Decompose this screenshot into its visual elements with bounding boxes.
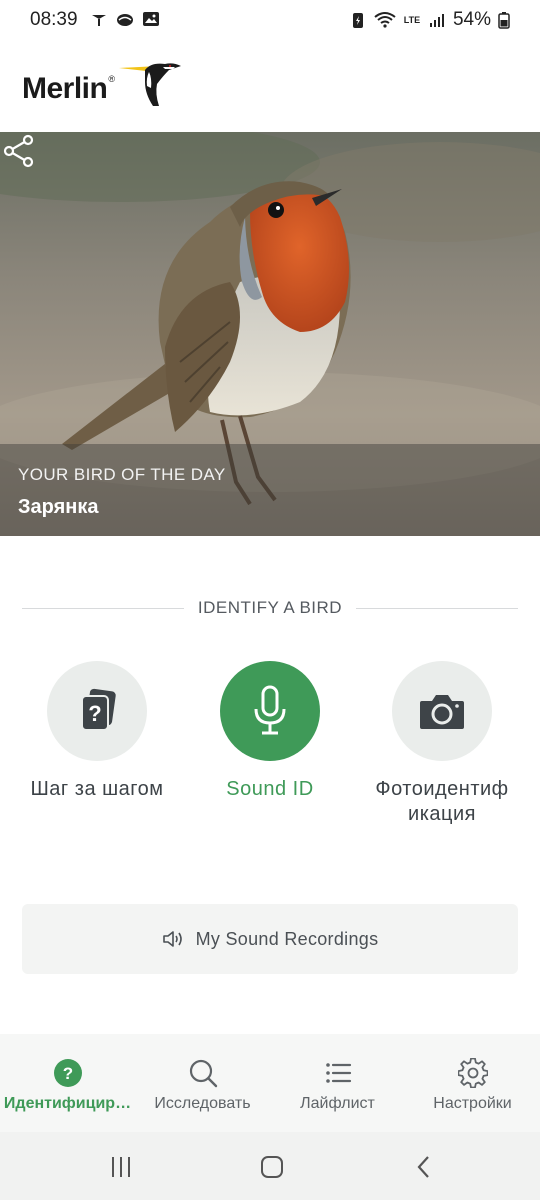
bird-of-day-card[interactable]: YOUR BIRD OF THE DAY Зарянка: [0, 132, 540, 536]
sound-id-option[interactable]: Sound ID: [180, 661, 360, 802]
wifi-icon: [374, 12, 396, 28]
photo-id-label: Фотоидентиф икация: [352, 777, 532, 827]
svg-text:?: ?: [88, 701, 101, 726]
recent-apps-icon[interactable]: [108, 1154, 134, 1180]
sound-id-label: Sound ID: [226, 778, 314, 800]
svg-text:?: ?: [62, 1064, 72, 1083]
status-bar: 08:39 LTE 54%: [0, 0, 540, 40]
woodpecker-logo-icon: [119, 63, 181, 106]
step-by-step-label: Шаг за шагом: [30, 778, 164, 800]
step-by-step-option[interactable]: ? Шаг за шагом: [7, 661, 187, 802]
list-icon: [325, 1063, 351, 1083]
bird-of-day-eyebrow: YOUR BIRD OF THE DAY: [18, 465, 226, 484]
notification-icon: [92, 15, 106, 26]
nav-settings[interactable]: Настройки: [405, 1034, 540, 1132]
nav-explore[interactable]: Исследовать: [135, 1034, 270, 1132]
microphone-icon: [254, 685, 286, 735]
nav-lifelist[interactable]: Лайфлист: [270, 1034, 405, 1132]
cloud-icon: [117, 14, 133, 26]
battery-percent: 54%: [452, 9, 491, 30]
photo-id-label-line1: Фотоидентиф: [375, 778, 509, 800]
nav-explore-label: Исследовать: [154, 1095, 251, 1112]
nav-identify-label: Идентифицир…: [3, 1095, 132, 1112]
status-time: 08:39: [30, 9, 78, 30]
my-sound-recordings-button[interactable]: My Sound Recordings: [22, 904, 518, 974]
photo-id-button[interactable]: [392, 661, 492, 761]
identify-section-header: IDENTIFY A BIRD: [22, 598, 518, 620]
signal-icon: [429, 14, 444, 27]
nav-lifelist-label: Лайфлист: [300, 1095, 375, 1112]
gear-icon: [457, 1058, 488, 1088]
share-icon[interactable]: [0, 132, 38, 170]
lte-indicator: LTE: [403, 14, 421, 25]
battery-icon: [498, 12, 510, 29]
bottom-navigation: ? Идентифицир… Исследовать Лайфлист Наст…: [0, 1034, 540, 1132]
step-by-step-button[interactable]: ?: [47, 661, 147, 761]
question-cards-icon: ?: [81, 688, 116, 731]
my-sound-recordings-label: My Sound Recordings: [195, 928, 379, 949]
hero-caption-overlay: [0, 444, 540, 536]
photo-id-label-line2: икация: [408, 803, 476, 825]
search-icon: [189, 1059, 217, 1088]
logo-registered-mark: ®: [108, 74, 115, 84]
speaker-icon: [162, 931, 182, 947]
sound-id-button[interactable]: [220, 661, 320, 761]
logo-text: Merlin: [22, 72, 108, 105]
divider-line-right: [356, 608, 518, 609]
app-header: Merlin ®: [0, 40, 540, 132]
system-icons: LTE 54%: [349, 9, 510, 31]
battery-saver-icon: [352, 13, 363, 28]
camera-icon: [420, 695, 464, 729]
notification-icons: [90, 10, 160, 28]
image-icon: [143, 12, 159, 26]
merlin-logo: Merlin ®: [22, 58, 187, 110]
question-circle-icon: ?: [53, 1059, 82, 1087]
nav-identify[interactable]: ? Идентифицир…: [0, 1034, 135, 1132]
system-navigation-bar: [0, 1132, 540, 1200]
back-icon[interactable]: [411, 1154, 437, 1180]
nav-settings-label: Настройки: [433, 1095, 512, 1112]
bird-of-day-name: Зарянка: [18, 496, 99, 518]
photo-id-option[interactable]: Фотоидентиф икация: [352, 661, 532, 827]
home-icon[interactable]: [259, 1154, 285, 1180]
